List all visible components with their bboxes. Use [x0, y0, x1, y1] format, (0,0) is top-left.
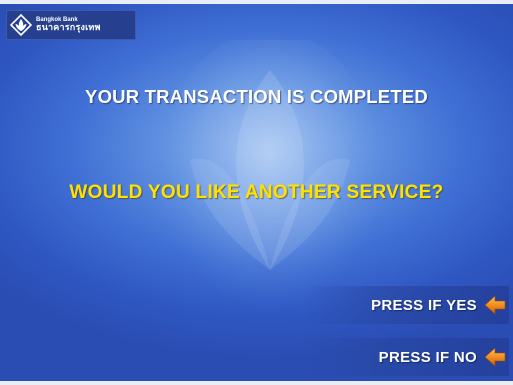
another-service-question: WOULD YOU LIKE ANOTHER SERVICE?	[69, 182, 444, 203]
press-if-no-label: PRESS IF NO	[378, 348, 477, 366]
screen-bottom-border	[0, 381, 513, 385]
bank-logo: Bangkok Bank ธนาคารกรุงเทพ	[6, 10, 136, 40]
atm-screen: Bangkok Bank ธนาคารกรุงเทพ YOUR TRANSACT…	[0, 0, 513, 385]
arrow-left-icon	[484, 347, 506, 367]
bank-name-thai: ธนาคารกรุงเทพ	[36, 23, 101, 33]
press-if-yes-label: PRESS IF YES	[371, 296, 477, 314]
arrow-left-icon	[484, 295, 506, 315]
bank-name: Bangkok Bank ธนาคารกรุงเทพ	[36, 17, 101, 33]
press-if-yes-button[interactable]: PRESS IF YES	[304, 286, 509, 324]
transaction-completed-message: YOUR TRANSACTION IS COMPLETED	[85, 86, 428, 107]
lotus-diamond-icon	[10, 14, 32, 36]
screen-top-border	[0, 0, 513, 4]
press-if-no-button[interactable]: PRESS IF NO	[304, 338, 509, 376]
